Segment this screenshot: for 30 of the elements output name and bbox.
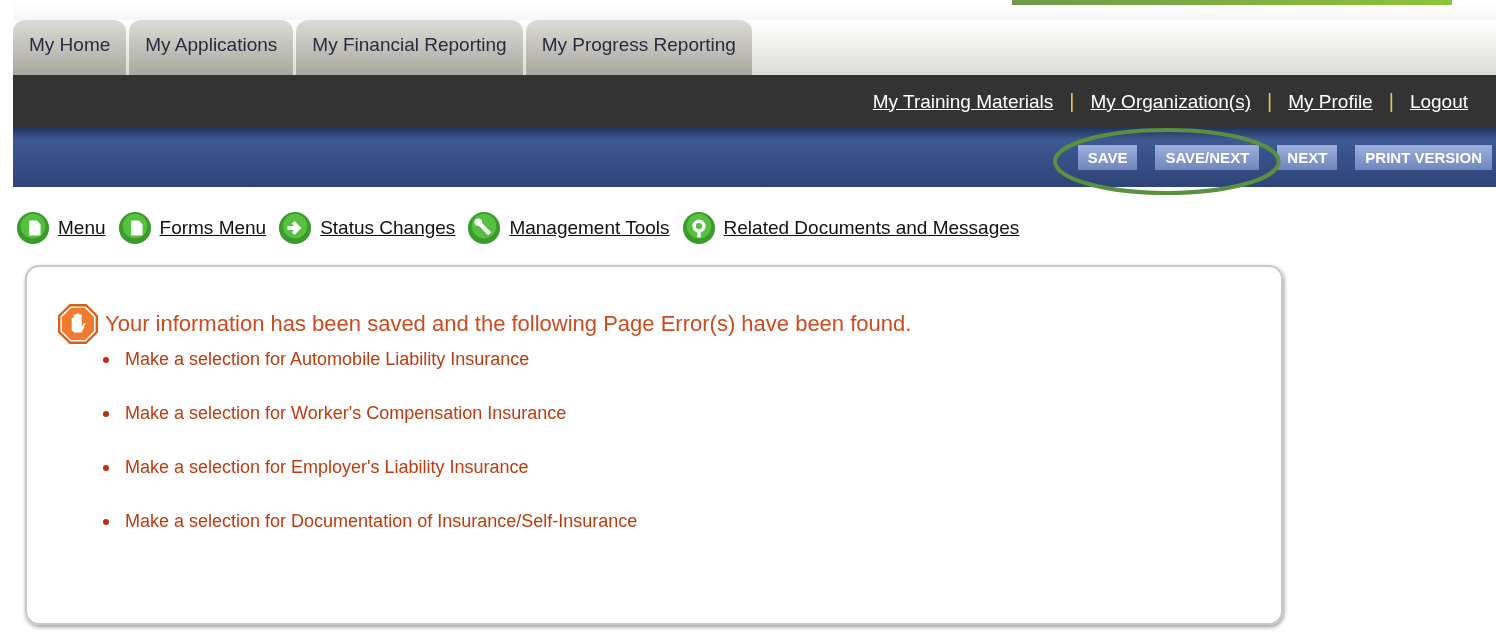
bullet-icon	[103, 518, 109, 525]
error-item: Make a selection for Documentation of Insurance/Self-Insurance	[125, 511, 638, 532]
error-item: Make a selection for Employer's Liability Insurance	[125, 457, 529, 478]
bullet-icon	[103, 410, 109, 417]
document-icon[interactable]	[16, 211, 50, 245]
wrench-icon[interactable]	[467, 211, 502, 245]
user-link[interactable]: My Training Materials	[872, 90, 1054, 113]
nav-link[interactable]: Forms Menu	[159, 217, 267, 239]
bullet-icon	[103, 464, 109, 471]
nav-link[interactable]: Related Documents and Messages	[723, 217, 1020, 239]
tab[interactable]: My Progress Reporting	[525, 20, 752, 75]
separator: |	[1388, 90, 1394, 113]
nav-link[interactable]: Status Changes	[320, 217, 456, 239]
magnifier-icon[interactable]	[681, 211, 716, 245]
user-link[interactable]: My Profile	[1288, 90, 1373, 113]
stop-hand-icon	[57, 303, 99, 345]
user-link[interactable]: Logout	[1409, 90, 1468, 113]
bullet-icon	[103, 356, 109, 363]
nav-link[interactable]: Menu	[58, 217, 106, 239]
tab[interactable]: My Applications	[129, 20, 294, 75]
nav-link[interactable]: Management Tools	[509, 217, 670, 239]
error-item: Make a selection for Automobile Liability Insurance	[125, 349, 530, 370]
document-icon[interactable]	[117, 211, 152, 245]
error-item: Make a selection for Worker's Compensation Insurance	[125, 403, 567, 424]
error-message: Your information has been saved and the following Page Error(s) have been found.	[105, 311, 912, 337]
separator: |	[1267, 90, 1273, 113]
tab[interactable]: My Financial Reporting	[296, 20, 523, 75]
separator: |	[1069, 90, 1075, 113]
tab[interactable]: My Home	[13, 20, 127, 75]
user-link[interactable]: My Organization(s)	[1090, 90, 1251, 113]
